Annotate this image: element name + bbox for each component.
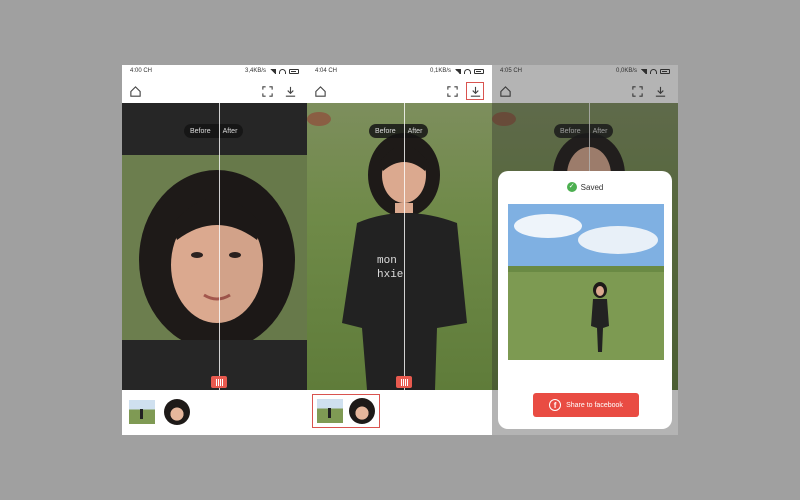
network-speed: 3,4KB/s	[244, 68, 266, 74]
wifi-icon	[464, 68, 471, 74]
download-icon	[285, 86, 295, 97]
before-after-toggle[interactable]: Before After	[184, 124, 244, 138]
battery-icon	[474, 68, 484, 74]
thumbnail-full-body[interactable]	[129, 400, 155, 424]
portrait-photo	[122, 155, 307, 340]
after-label: After	[222, 127, 238, 135]
thumbnail-bar	[122, 390, 307, 435]
before-label: Before	[375, 127, 396, 135]
thumbnail-full-body[interactable]	[317, 399, 343, 423]
status-bar: 4:04 CH 0,1KB/s	[307, 65, 492, 77]
phone-screen-2: 4:04 CH 0,1KB/s mon hxie Before After	[307, 65, 492, 435]
split-handle[interactable]	[211, 376, 227, 388]
saved-header: ✓ Saved	[498, 182, 672, 192]
download-button[interactable]	[281, 82, 299, 100]
home-icon	[129, 85, 141, 97]
split-handle[interactable]	[396, 376, 412, 388]
status-time: 4:00 CH	[130, 68, 153, 74]
thumbnail-list	[129, 399, 190, 425]
thumbnail-face[interactable]	[349, 398, 375, 424]
wifi-icon	[279, 68, 286, 74]
svg-text:mon: mon	[377, 255, 397, 267]
split-divider	[219, 103, 220, 390]
home-button[interactable]	[311, 82, 329, 100]
facebook-icon: f	[549, 399, 562, 411]
thumbnail-list	[312, 394, 380, 428]
status-bar: 4:00 CH 3,4KB/s	[122, 65, 307, 77]
status-time: 4:04 CH	[315, 68, 338, 74]
compare-button[interactable]	[443, 82, 461, 100]
photo-viewer[interactable]: mon hxie Before After	[307, 103, 492, 390]
thumbnail-bar	[307, 390, 492, 435]
before-label: Before	[190, 127, 211, 135]
compare-icon	[446, 85, 458, 97]
toolbar	[122, 79, 307, 103]
saved-photo-preview	[508, 204, 664, 360]
share-label: Share to facebook	[566, 401, 623, 409]
check-icon: ✓	[566, 182, 577, 192]
thumbnail-face[interactable]	[164, 399, 190, 425]
saved-label: Saved	[580, 182, 604, 192]
home-button[interactable]	[126, 82, 144, 100]
phone-screen-1: 4:00 CH 3,4KB/s Before After	[122, 65, 307, 435]
photo-viewer[interactable]: Before After	[122, 103, 307, 390]
full-body-photo: mon hxie	[307, 112, 467, 390]
signal-icon	[454, 68, 461, 74]
battery-icon	[289, 68, 299, 74]
svg-text:hxie: hxie	[377, 269, 403, 281]
signal-icon	[269, 68, 276, 74]
after-label: After	[407, 127, 423, 135]
before-after-toggle[interactable]: Before After	[369, 124, 429, 138]
split-divider	[404, 103, 405, 390]
phone-screen-3: 4:05 CH 0,0KB/s Before After ✓ Saved f S…	[492, 65, 678, 435]
share-to-facebook-button[interactable]: f Share to facebook	[533, 393, 639, 417]
network-speed: 0,1KB/s	[429, 68, 451, 74]
compare-button[interactable]	[258, 82, 276, 100]
download-button[interactable]	[466, 82, 484, 100]
compare-icon	[261, 85, 273, 97]
home-icon	[314, 85, 326, 97]
download-icon	[470, 86, 480, 97]
save-dialog: ✓ Saved f Share to facebook	[498, 171, 672, 429]
toolbar	[307, 79, 492, 103]
